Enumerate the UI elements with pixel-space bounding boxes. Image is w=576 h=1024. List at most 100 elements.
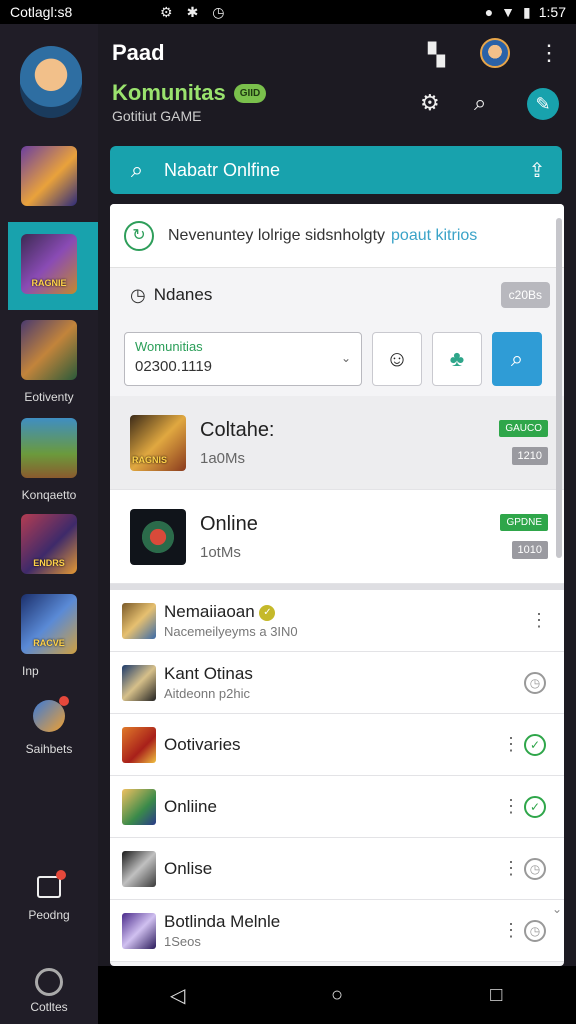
game-thumbnail xyxy=(21,418,77,478)
sidebar-game-3[interactable]: Eotiventy xyxy=(0,320,98,404)
search-input[interactable]: Nabatr Onlfine xyxy=(164,160,512,181)
item-thumbnail xyxy=(122,788,156,825)
item-subtitle: Aitdeonn p2hic xyxy=(164,686,251,701)
sidebar-label: Cotltes xyxy=(30,1000,68,1014)
list-item[interactable]: Onlise ⋮ ◷ xyxy=(110,838,564,900)
item-title-wrap: Nemaiiaoan ✓ xyxy=(164,602,530,622)
system-nav-bar: ◁ ○ □ xyxy=(98,966,576,1024)
sidebar-game-5[interactable]: ENDRS xyxy=(0,514,98,574)
thumbnail-caption: RAGNIE xyxy=(31,278,67,288)
sidebar-settings[interactable]: Cotltes xyxy=(0,968,98,1014)
clock-time: 1:57 xyxy=(538,4,566,20)
list-item[interactable]: Nemaiiaoan ✓ Nacemeilyeyms a 3IN0 ⋮ xyxy=(110,590,564,652)
more-vert-icon[interactable]: ⋮ xyxy=(502,734,520,755)
sidebar-game-2[interactable]: RAGNIE xyxy=(0,234,98,294)
search-bar[interactable]: ⌕ Nabatr Onlfine ⇪ xyxy=(110,146,562,194)
sync-icon: ↻ xyxy=(124,220,154,251)
signal-icon: ✱ xyxy=(186,3,199,20)
game-row[interactable]: Online 1otMs GPDNE 1010 xyxy=(110,490,564,584)
item-title: Onliine xyxy=(164,796,217,816)
sidebar-game-4[interactable]: Konqaetto xyxy=(0,418,98,502)
gear-icon[interactable]: ⚙ xyxy=(420,90,440,116)
chat-icon xyxy=(33,696,69,732)
sidebar-label: Peodng xyxy=(28,908,70,922)
item-thumbnail xyxy=(122,664,156,701)
back-icon[interactable]: ◁ xyxy=(158,983,198,1008)
item-subtitle: 1Seos xyxy=(164,934,201,949)
filter-row: Womunitias 02300.1119 ⌄ ☺ ♣ ⌕ xyxy=(110,322,564,396)
alert-icon: ● xyxy=(484,4,494,20)
game-subtitle: 1a0Ms xyxy=(200,449,246,467)
more-vert-icon[interactable]: ⋮ xyxy=(538,40,560,66)
item-thumbnail xyxy=(122,726,156,763)
group-button[interactable]: ♣ xyxy=(432,332,482,386)
list-item[interactable]: Ootivaries ⋮ ✓ xyxy=(110,714,564,776)
item-title: Botlinda Melnle xyxy=(164,912,281,931)
list-item[interactable]: Botlinda Melnle 1Seos ⋮ ◷ xyxy=(110,900,564,962)
user-avatar[interactable] xyxy=(20,46,82,118)
game-thumbnail xyxy=(21,146,77,206)
home-icon[interactable]: ○ xyxy=(317,984,357,1007)
search-button[interactable]: ⌕ xyxy=(492,332,542,386)
check-circle-icon[interactable]: ✓ xyxy=(524,733,546,756)
profile-avatar[interactable] xyxy=(480,38,510,68)
item-title: Kant Otinas xyxy=(164,664,253,683)
sidebar: RAGNIE Eotiventy Konqaetto ENDRS RACVE I… xyxy=(0,24,98,1024)
game-thumbnail: ENDRS xyxy=(21,514,77,574)
thumbnail-caption: ENDRS xyxy=(33,558,65,568)
item-title: Onlise xyxy=(164,858,213,878)
battery-icon: ▮ xyxy=(523,3,531,20)
settings-icon xyxy=(35,968,63,996)
chevron-down-icon[interactable]: ⌄ xyxy=(552,902,562,916)
inbox-icon xyxy=(37,870,66,898)
search-icon[interactable]: ⌕ xyxy=(474,90,486,116)
chevron-down-icon: ⌄ xyxy=(340,351,351,365)
more-vert-icon[interactable]: ⋮ xyxy=(530,610,548,631)
sidebar-pending[interactable]: Peodng xyxy=(0,870,98,922)
community-title: Komunitas GIID xyxy=(112,80,267,106)
clock-icon[interactable]: ◷ xyxy=(524,919,546,942)
recents-icon[interactable]: □ xyxy=(476,984,516,1007)
sidebar-label: Inp xyxy=(22,664,39,678)
community-subtitle: Gotitiut GAME xyxy=(112,108,202,124)
game-thumbnail: RACVE xyxy=(21,594,77,654)
share-icon[interactable]: ⇪ xyxy=(512,158,562,183)
layout-icon[interactable]: ▚ xyxy=(428,42,445,68)
scrollbar[interactable] xyxy=(556,218,562,558)
check-circle-icon[interactable]: ✓ xyxy=(524,795,546,818)
sidebar-label: Konqaetto xyxy=(21,488,77,502)
banner-text: Nevenuntey lolrige sidsnholgty xyxy=(168,226,386,244)
sidebar-label: Saihbets xyxy=(25,742,73,756)
community-select[interactable]: Womunitias 02300.1119 ⌄ xyxy=(124,332,362,386)
select-value: 02300.1119 xyxy=(135,358,213,375)
thumbnail-caption: RACVE xyxy=(33,638,65,648)
item-title: Ootivaries xyxy=(164,734,241,754)
list-item[interactable]: Onliine ⋮ ✓ xyxy=(110,776,564,838)
clock-icon[interactable]: ◷ xyxy=(524,671,546,694)
more-vert-icon[interactable]: ⋮ xyxy=(502,858,520,879)
sidebar-game-1[interactable] xyxy=(0,146,98,206)
carrier-label: Cotlagl:s8 xyxy=(10,4,73,20)
item-thumbnail xyxy=(122,912,156,949)
banner-link[interactable]: poaut kitrios xyxy=(391,227,477,245)
sidebar-game-6[interactable]: RACVE Inp xyxy=(0,594,98,678)
more-vert-icon[interactable]: ⋮ xyxy=(502,920,520,941)
game-thumbnail: RAGNIE xyxy=(21,234,77,294)
item-thumbnail xyxy=(122,602,156,639)
compose-icon[interactable]: ✎ xyxy=(527,88,559,120)
item-thumbnail xyxy=(122,850,156,887)
item-subtitle: Nacemeilyeyms a 3IN0 xyxy=(164,624,298,639)
sidebar-chats[interactable]: Saihbets xyxy=(0,696,98,756)
page-title: Paad xyxy=(112,40,165,65)
game-row[interactable]: RAGNIS Coltahe: 1a0Ms GAUCO 1210 xyxy=(110,396,564,490)
item-title: Nemaiiaoan xyxy=(164,602,255,621)
section-title: Ndanes xyxy=(153,285,213,304)
game-title: Coltahe: xyxy=(200,418,275,441)
member-button[interactable]: ☺ xyxy=(372,332,422,386)
section-chip[interactable]: c20Bs xyxy=(500,282,550,308)
more-vert-icon[interactable]: ⋮ xyxy=(502,796,520,817)
verified-icon: ✓ xyxy=(259,604,276,621)
clock-icon[interactable]: ◷ xyxy=(524,857,546,880)
list-item[interactable]: Kant Otinas Aitdeonn p2hic ◷ xyxy=(110,652,564,714)
game-thumbnail xyxy=(21,320,77,380)
